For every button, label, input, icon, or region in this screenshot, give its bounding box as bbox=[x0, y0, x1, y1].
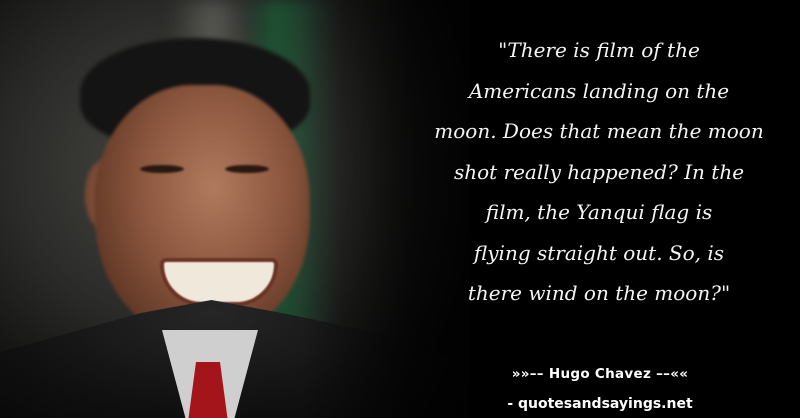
quote-card: "There is film of the Americans landing … bbox=[0, 0, 800, 418]
quote-line: Americans landing on the bbox=[468, 78, 730, 103]
portrait-eye-left bbox=[140, 165, 184, 173]
quote-line: shot really happened? In the bbox=[453, 159, 745, 184]
portrait-eye-right bbox=[225, 165, 269, 173]
quote-line: film, the Yanqui flag is bbox=[485, 200, 713, 224]
quote-line: there wind on the moon?" bbox=[467, 281, 731, 305]
quote-author: »»–– Hugo Chavez ––«« bbox=[511, 366, 689, 382]
quote-text: "There is film of the Americans landing … bbox=[410, 30, 788, 314]
quote-line: moon. Does that mean the moon bbox=[434, 119, 764, 143]
quote-source: - quotesandsayings.net bbox=[507, 396, 693, 412]
quote-line: flying straight out. So, is bbox=[473, 240, 725, 265]
quote-line: "There is film of the bbox=[498, 38, 700, 62]
